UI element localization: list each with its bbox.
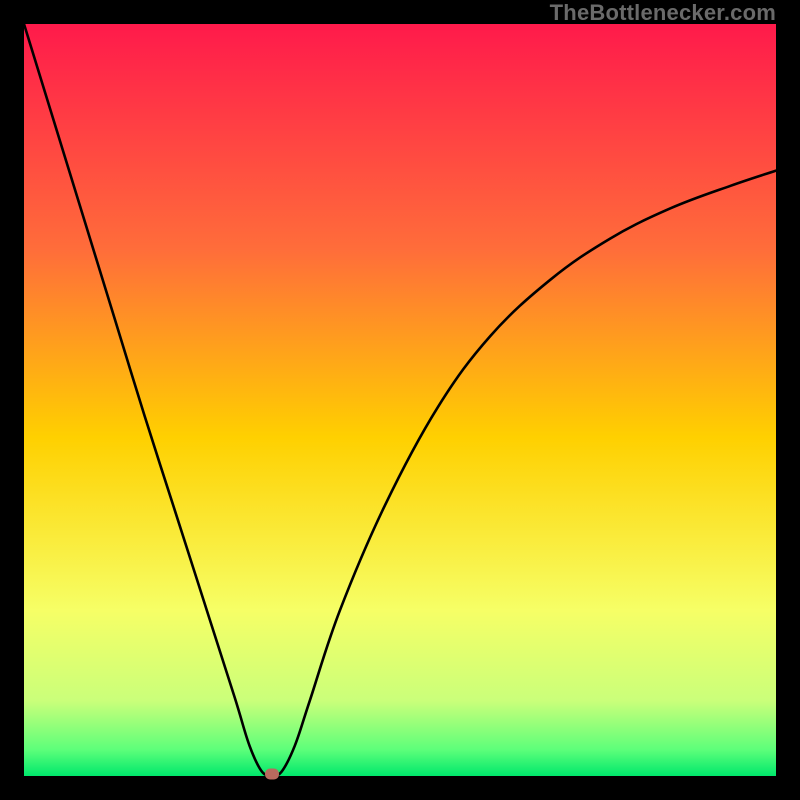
gradient-background <box>24 24 776 776</box>
plot-frame <box>24 24 776 776</box>
optimal-point-marker <box>265 768 279 779</box>
watermark-text: TheBottlenecker.com <box>550 0 776 26</box>
